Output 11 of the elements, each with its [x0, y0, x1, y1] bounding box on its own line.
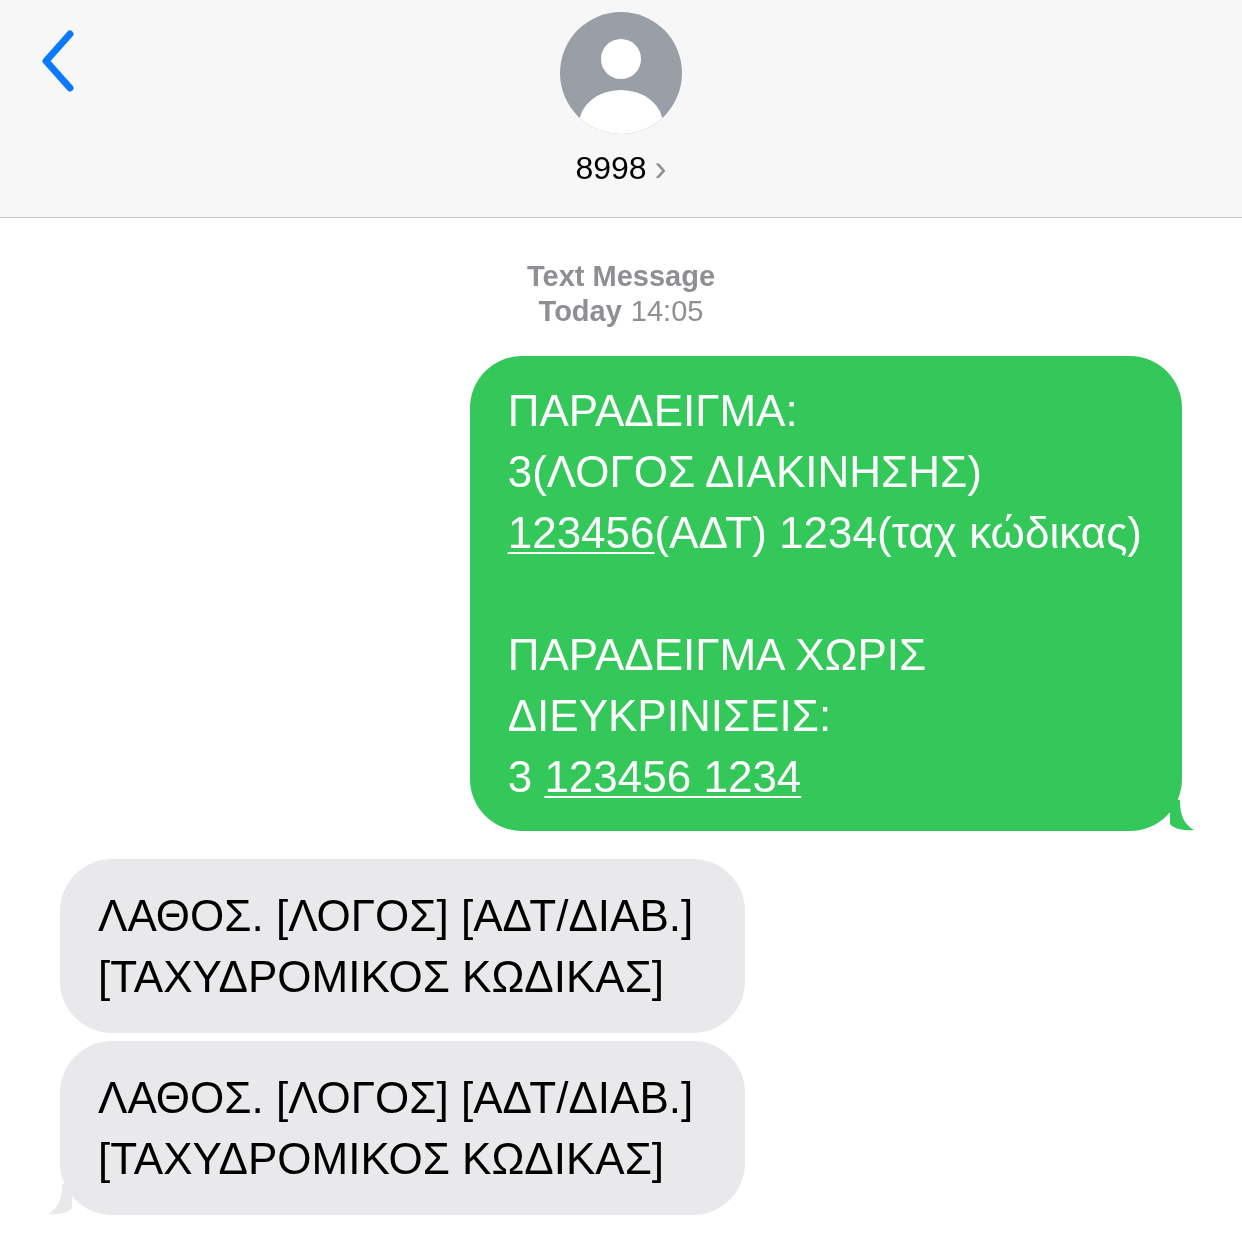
message-type-label: Text Message [526, 260, 715, 293]
time-label: 14:05 [630, 295, 704, 328]
number-link[interactable]: 123456 [507, 508, 655, 557]
avatar-icon[interactable] [560, 12, 682, 134]
message-text: ΠΑΡΑΔΕΙΓΜΑ: 3(ΛΟΓΟΣ ΔΙΑΚΙΝΗΣΗΣ) 123456(ΑΔΤ) 1234(ταχ κώδικας) [507, 385, 1142, 559]
message-text: ΛΑΘΟΣ. [ΛΟΓΟΣ] [ΑΔΤ/ΔΙΑΒ.] [ΤΑΧΥΔΡΟΜΙΚΟΣ ΚΩΔΙΚΑΣ] [98, 890, 694, 1003]
contact-name-button[interactable]: 8998 › [575, 150, 667, 187]
message-text: ΠΑΡΑΔΕΙΓΜΑ ΧΩΡΙΣ ΔΙΕΥΚΡΙΝΙΣΕΙΣ: 3 123456 1234 [507, 629, 928, 803]
number-link[interactable]: 123456 1234 [544, 752, 802, 801]
day-label: Today [538, 295, 622, 328]
message-text: ΛΑΘΟΣ. [ΛΟΓΟΣ] [ΑΔΤ/ΔΙΑΒ.] [ΤΑΧΥΔΡΟΜΙΚΟΣ ΚΩΔΙΚΑΣ] [98, 1072, 694, 1185]
